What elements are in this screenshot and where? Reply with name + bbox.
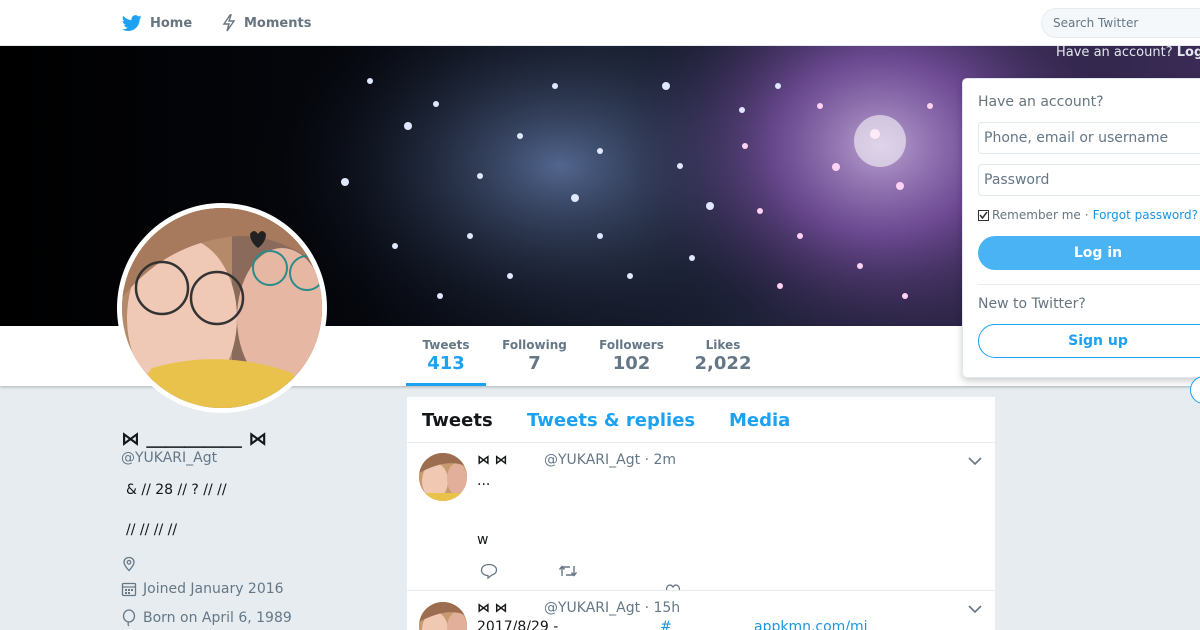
stat-label: Tweets: [422, 338, 470, 352]
profile-location: [121, 556, 143, 572]
tweet-avatar-photo: [419, 602, 467, 630]
heart-icon[interactable]: [665, 583, 681, 591]
login-hint-link[interactable]: Log: [1177, 45, 1200, 60]
nav-home[interactable]: Home: [122, 0, 192, 46]
stat-likes[interactable]: Likes 2,022: [690, 326, 756, 386]
chevron-down-icon[interactable]: [968, 604, 982, 614]
tab-tweets[interactable]: Tweets: [422, 410, 493, 431]
remember-me-row: Remember me · Forgot password?: [978, 208, 1198, 222]
tweet-link[interactable]: appkmn.com/mi: [754, 619, 868, 630]
lightning-icon: [222, 14, 236, 32]
search-placeholder: Search Twitter: [1053, 16, 1139, 30]
twitter-bird-icon: [122, 14, 142, 31]
tweet-avatar[interactable]: [419, 602, 467, 630]
login-dropdown: Have an account? Phone, email or usernam…: [962, 78, 1200, 378]
tweet-author-name[interactable]: ⋈ ⋈: [477, 453, 508, 468]
remember-me-label[interactable]: Remember me: [992, 208, 1081, 222]
chevron-down-icon[interactable]: [968, 456, 982, 466]
tweet[interactable]: ⋈ ⋈ @YUKARI_Agt · 15h 2017/8/29 - # appk…: [407, 591, 995, 630]
timeline-panel: Tweets Tweets & replies Media ⋈ ⋈ @YUKAR…: [407, 397, 995, 630]
profile-bio-line: // // // //: [126, 522, 178, 538]
profile-birthday: Born on April 6, 1989: [121, 609, 292, 627]
calendar-icon: [121, 582, 137, 597]
stat-label: Followers: [599, 338, 664, 352]
nav-moments-label: Moments: [244, 15, 312, 31]
tweet-avatar[interactable]: [419, 453, 467, 501]
new-to-twitter-label: New to Twitter?: [978, 296, 1086, 312]
remember-me-checkbox[interactable]: [978, 209, 989, 221]
login-separator: ·: [1084, 208, 1089, 222]
tweet-text: w: [477, 532, 489, 548]
nav-moments[interactable]: Moments: [222, 0, 311, 46]
avatar-photo: [122, 208, 322, 408]
profile-handle[interactable]: @YUKARI_Agt: [121, 450, 217, 466]
location-pin-icon: [123, 556, 135, 572]
stat-value: 413: [427, 353, 465, 374]
username-placeholder: Phone, email or username: [984, 130, 1169, 146]
stat-following[interactable]: Following 7: [497, 326, 572, 386]
profile-bio-line: & // 28 // ? // //: [126, 482, 227, 498]
tab-media[interactable]: Media: [729, 410, 790, 431]
balloon-icon: [122, 609, 136, 627]
login-title: Have an account?: [978, 94, 1104, 110]
top-nav-bar: Home Moments Search Twitter: [0, 0, 1200, 46]
login-button[interactable]: Log in: [978, 236, 1200, 270]
tweet-author-name[interactable]: ⋈ ⋈: [477, 601, 508, 616]
tweet-avatar-photo: [419, 453, 467, 501]
search-input[interactable]: Search Twitter: [1041, 8, 1200, 38]
password-placeholder: Password: [984, 172, 1050, 188]
tab-tweets-and-replies[interactable]: Tweets & replies: [527, 410, 695, 431]
timeline-tabs: Tweets Tweets & replies Media: [407, 397, 995, 443]
profile-avatar[interactable]: [117, 203, 327, 413]
stat-value: 102: [612, 353, 651, 374]
tweet[interactable]: ⋈ ⋈ @YUKARI_Agt · 2m ... w: [407, 443, 995, 591]
login-hint[interactable]: Have an account? Log: [1056, 45, 1200, 60]
login-divider: [978, 284, 1200, 285]
tweet-hashtag[interactable]: #: [660, 619, 672, 630]
tweet-handle-time[interactable]: @YUKARI_Agt · 2m: [544, 452, 676, 468]
tweet-text: 2017/8/29 -: [477, 619, 559, 630]
profile-joined: Joined January 2016: [121, 581, 284, 597]
username-field[interactable]: Phone, email or username: [978, 122, 1200, 154]
retweet-icon[interactable]: [558, 564, 578, 578]
reply-icon[interactable]: [480, 563, 498, 579]
tweet-handle-time[interactable]: @YUKARI_Agt · 15h: [544, 600, 680, 616]
stat-followers[interactable]: Followers 102: [594, 326, 669, 386]
tweet-text: ...: [477, 473, 491, 489]
stat-value: 7: [528, 353, 541, 374]
stat-value: 2,022: [694, 353, 752, 374]
stat-label: Likes: [705, 338, 741, 352]
password-field[interactable]: Password: [978, 164, 1200, 196]
forgot-password-link[interactable]: Forgot password?: [1093, 208, 1198, 222]
signup-button[interactable]: Sign up: [978, 324, 1200, 358]
stat-tweets[interactable]: Tweets 413: [406, 326, 486, 386]
login-hint-text: Have an account?: [1056, 45, 1173, 60]
profile-joined-text: Joined January 2016: [143, 581, 284, 597]
stat-label: Following: [502, 338, 567, 352]
nav-home-label: Home: [150, 15, 193, 31]
profile-display-name: ⋈ ＿＿＿＿＿ ⋈: [121, 428, 268, 450]
checkmark-icon: [979, 211, 988, 219]
profile-born-text: Born on April 6, 1989: [143, 610, 292, 626]
